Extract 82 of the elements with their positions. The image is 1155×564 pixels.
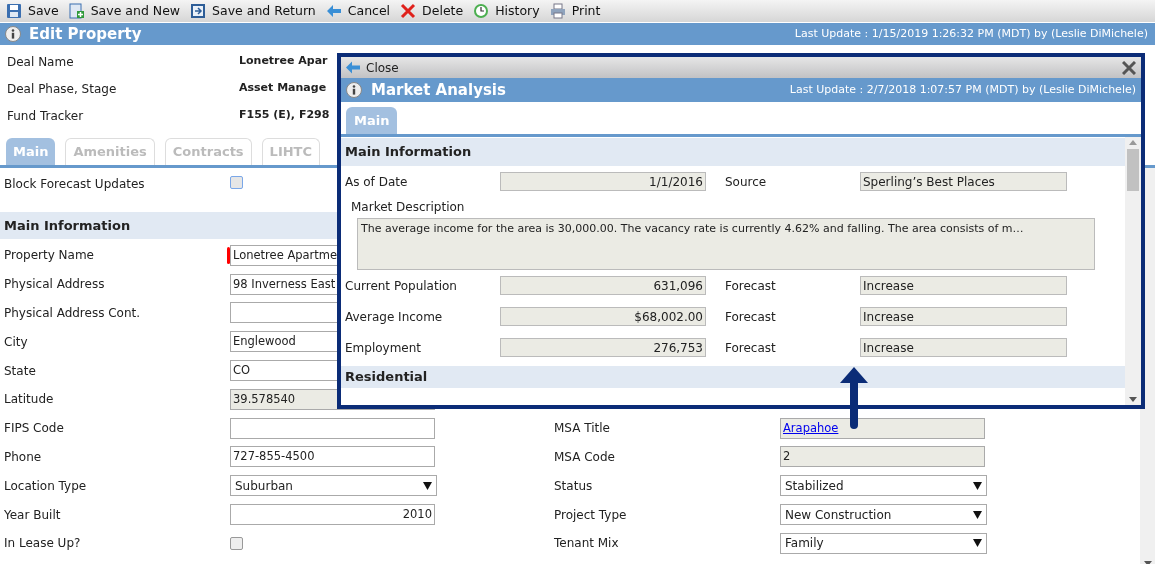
field-label: Property Name <box>4 247 95 265</box>
info-icon <box>346 82 362 98</box>
field-label: Forecast <box>724 308 777 326</box>
info-value: F155 (E), F298 <box>239 107 330 124</box>
field-label: Project Type <box>554 506 628 524</box>
select-dropdown[interactable]: Suburban <box>230 475 437 497</box>
last-update: Last Update : 2/7/2018 1:07:57 PM (MDT) by (Leslie DiMichele) <box>789 81 1136 98</box>
field-label: As of Date <box>345 173 409 191</box>
checkbox[interactable] <box>230 536 243 550</box>
toolbar-button[interactable]: Save <box>5 1 60 21</box>
document-return-icon <box>190 3 207 19</box>
text-field[interactable] <box>230 417 435 439</box>
info-label: Fund Tracker <box>7 107 85 125</box>
caret-icon <box>973 510 982 519</box>
cross-icon <box>400 3 417 19</box>
field-label: Forecast <box>724 277 777 295</box>
toolbar-button[interactable]: Print <box>548 1 602 21</box>
toolbar-button[interactable]: History <box>472 1 541 21</box>
new-document-icon <box>68 3 85 19</box>
page-title: Edit Property <box>29 23 142 45</box>
field-label: Physical Address <box>4 276 106 294</box>
readonly-field: Increase <box>860 338 1067 357</box>
readonly-field: 276,753 <box>500 338 706 357</box>
readonly-field: 2 <box>780 446 985 468</box>
scroll-thumb[interactable] <box>1127 149 1139 191</box>
info-icon <box>5 26 21 42</box>
field-label: State <box>4 362 37 380</box>
field-label: Status <box>554 477 594 495</box>
field-label: Year Built <box>4 506 62 524</box>
left-arrow-icon <box>345 61 361 74</box>
readonly-field: Sperling’s Best Places <box>860 172 1067 191</box>
field-label: Block Forecast Updates <box>4 175 146 193</box>
field-label: Physical Address Cont. <box>4 305 142 322</box>
readonly-field: Increase <box>860 276 1067 295</box>
text-field[interactable]: 727-855-4500 <box>230 446 435 468</box>
field-label: Average Income <box>345 308 444 326</box>
readonly-field: 1/1/2016 <box>500 172 706 191</box>
close-button[interactable] <box>1121 59 1137 76</box>
info-value: Lonetree Apar <box>239 53 328 70</box>
select-dropdown[interactable]: Family <box>780 532 987 554</box>
info-label: Deal Name <box>7 53 75 71</box>
readonly-field: $68,002.00 <box>500 307 706 326</box>
field-label: Latitude <box>4 391 55 409</box>
info-label: Deal Phase, Stage <box>7 80 118 98</box>
field-label: Phone <box>4 448 43 466</box>
field-label: In Lease Up? <box>4 535 82 553</box>
caret-icon <box>973 481 982 490</box>
field-label: City <box>4 333 29 351</box>
section-title: Main Information <box>4 216 131 235</box>
toolbar-button[interactable]: Save and New <box>67 1 182 21</box>
field-label: Tenant Mix <box>554 535 620 553</box>
field-label: Source <box>724 173 768 191</box>
select-dropdown[interactable]: New Construction <box>780 504 987 526</box>
field-label: FIPS Code <box>4 420 65 438</box>
field-label: MSA Title <box>554 420 611 438</box>
readonly-field: Increase <box>860 307 1067 326</box>
last-update: Last Update : 1/15/2019 1:26:32 PM (MDT) by (Leslie DiMichele) <box>794 25 1149 42</box>
field-label: MSA Code <box>554 448 616 466</box>
scroll-up-icon[interactable] <box>1129 140 1137 145</box>
dialog-title: Market Analysis <box>371 79 506 101</box>
printer-icon <box>549 3 566 19</box>
close-icon <box>1122 60 1136 75</box>
scroll-down-icon[interactable] <box>1129 397 1137 402</box>
checkbox[interactable] <box>230 175 243 189</box>
clock-icon <box>473 3 490 19</box>
field-label: Location Type <box>4 477 88 495</box>
description-field: The average income for the area is 30,000.00. The vacancy rate is currently 4.62% and falling. The area consists of m… <box>357 218 1095 270</box>
close-link[interactable]: Close <box>345 58 399 77</box>
select-dropdown[interactable]: Stabilized <box>780 475 987 497</box>
scrollbar[interactable] <box>1125 137 1141 405</box>
toolbar-button[interactable]: Save and Return <box>189 1 317 21</box>
caret-icon <box>973 539 982 548</box>
info-value: Asset Manage <box>239 80 327 97</box>
readonly-field: 631,096 <box>500 276 706 295</box>
section-title: Main Information <box>345 143 472 162</box>
toolbar-button[interactable]: Cancel <box>324 1 392 21</box>
toolbar-button[interactable]: Delete <box>399 1 465 21</box>
field-label: Market Description <box>351 199 466 216</box>
number-field[interactable]: 2010 <box>230 504 435 526</box>
caret-icon <box>423 481 432 490</box>
left-arrow-icon <box>325 3 342 19</box>
field-label: Forecast <box>724 339 777 357</box>
